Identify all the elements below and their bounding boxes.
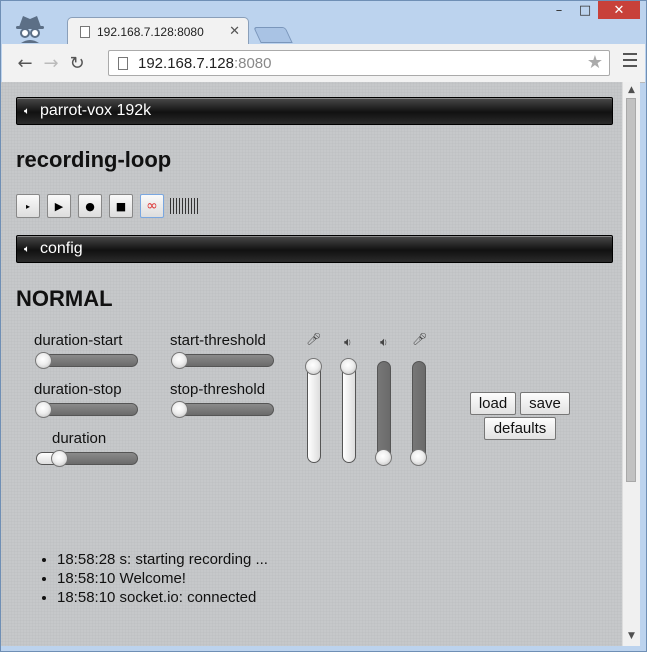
reload-icon[interactable]: ↻ bbox=[64, 53, 90, 74]
tab-close-icon[interactable]: ✕ bbox=[229, 24, 240, 39]
play-button[interactable]: ▶ bbox=[47, 194, 71, 218]
vertical-slider-4[interactable] bbox=[410, 361, 427, 466]
stop-button[interactable]: ■ bbox=[109, 194, 133, 218]
url-host: 192.168.7.128 bbox=[138, 54, 234, 72]
transport-controls: ▸ ▶ ● ■ ∞ bbox=[16, 194, 200, 218]
level-tick bbox=[179, 198, 180, 214]
log-list: 18:58:28 s: starting recording ... 18:58… bbox=[37, 550, 268, 607]
slider-knob[interactable] bbox=[171, 352, 188, 369]
forward-icon[interactable]: → bbox=[38, 53, 64, 74]
page-title: recording-loop bbox=[16, 147, 172, 172]
level-tick bbox=[170, 198, 171, 214]
slider-knob[interactable] bbox=[340, 358, 357, 375]
save-button[interactable]: save bbox=[520, 392, 570, 415]
level-tick bbox=[185, 198, 186, 214]
bookmark-star-icon[interactable]: ★ bbox=[587, 52, 603, 73]
scroll-down-icon[interactable]: ▼ bbox=[623, 628, 640, 644]
level-tick bbox=[173, 198, 174, 214]
vertical-slider-3[interactable] bbox=[375, 361, 392, 466]
vertical-scrollbar[interactable]: ▲ ▼ bbox=[622, 82, 640, 646]
page-icon bbox=[80, 25, 90, 38]
scroll-up-icon[interactable]: ▲ bbox=[623, 82, 640, 98]
duration-label: duration bbox=[52, 430, 107, 447]
level-tick bbox=[197, 198, 198, 214]
stop-threshold-slider[interactable] bbox=[171, 401, 274, 418]
level-tick bbox=[176, 198, 177, 214]
slider-knob[interactable] bbox=[50, 450, 68, 467]
config-label: config bbox=[40, 240, 83, 257]
microphone-icon: 🎤︎ bbox=[306, 332, 322, 346]
url-port: :8080 bbox=[233, 54, 272, 72]
slider-fill bbox=[343, 366, 355, 462]
close-window-button[interactable]: ✕ bbox=[598, 1, 640, 19]
volume-icon: 🔉︎ bbox=[344, 335, 352, 349]
log-entry: 18:58:10 Welcome! bbox=[57, 569, 268, 588]
window-controls: – □ ✕ bbox=[546, 1, 640, 19]
maximize-button[interactable]: □ bbox=[572, 1, 598, 19]
stream-label: parrot-vox 192k bbox=[40, 102, 152, 119]
level-tick bbox=[188, 198, 189, 214]
duration-start-slider[interactable] bbox=[35, 352, 138, 369]
slider-knob[interactable] bbox=[305, 358, 322, 375]
level-tick bbox=[191, 198, 192, 214]
defaults-button[interactable]: defaults bbox=[484, 417, 556, 440]
speaker-icon: 🔈︎ bbox=[24, 105, 30, 117]
minimize-button[interactable]: – bbox=[546, 1, 572, 19]
slider-knob[interactable] bbox=[171, 401, 188, 418]
level-meter bbox=[170, 198, 200, 214]
vertical-slider-2[interactable] bbox=[340, 358, 357, 463]
new-tab-button[interactable] bbox=[253, 27, 293, 43]
slider-knob[interactable] bbox=[375, 449, 392, 466]
slider-knob[interactable] bbox=[35, 352, 52, 369]
record-button[interactable]: ● bbox=[78, 194, 102, 218]
loop-button[interactable]: ∞ bbox=[140, 194, 164, 218]
vertical-slider-1[interactable] bbox=[305, 358, 322, 463]
log-entry: 18:58:10 socket.io: connected bbox=[57, 588, 268, 607]
incognito-icon bbox=[16, 16, 44, 43]
duration-stop-slider[interactable] bbox=[35, 401, 138, 418]
stream-bar[interactable]: 🔈︎ parrot-vox 192k bbox=[16, 97, 613, 125]
log-entry: 18:58:28 s: starting recording ... bbox=[57, 550, 268, 569]
page-content: 🔈︎ parrot-vox 192k recording-loop ▸ ▶ ● … bbox=[1, 82, 622, 646]
duration-start-label: duration-start bbox=[34, 332, 123, 349]
start-threshold-label: start-threshold bbox=[170, 332, 266, 349]
scrollbar-thumb[interactable] bbox=[626, 98, 636, 482]
slider-knob[interactable] bbox=[35, 401, 52, 418]
back-icon[interactable]: ← bbox=[12, 53, 38, 74]
start-threshold-slider[interactable] bbox=[171, 352, 274, 369]
mode-title: NORMAL bbox=[16, 286, 113, 311]
tab-title: 192.168.7.128:8080 bbox=[97, 24, 204, 39]
browser-tab[interactable]: 192.168.7.128:8080 ✕ bbox=[67, 17, 249, 45]
speaker-icon: 🔈︎ bbox=[24, 243, 30, 255]
microphone-icon: 🎤︎ bbox=[412, 332, 428, 346]
level-tick bbox=[182, 198, 183, 214]
volume-icon: 🔉︎ bbox=[380, 335, 388, 349]
slider-fill bbox=[308, 366, 320, 462]
slider-knob[interactable] bbox=[410, 449, 427, 466]
stop-threshold-label: stop-threshold bbox=[170, 381, 266, 398]
step-button[interactable]: ▸ bbox=[16, 194, 40, 218]
page-icon bbox=[118, 56, 128, 70]
menu-icon[interactable] bbox=[623, 53, 637, 71]
load-button[interactable]: load bbox=[470, 392, 516, 415]
config-bar[interactable]: 🔈︎ config bbox=[16, 235, 613, 263]
browser-toolbar: ← → ↻ 192.168.7.128:8080 ★ bbox=[2, 44, 645, 83]
address-bar[interactable]: 192.168.7.128:8080 ★ bbox=[108, 50, 610, 76]
level-tick bbox=[194, 198, 195, 214]
duration-stop-label: duration-stop bbox=[34, 381, 122, 398]
duration-slider[interactable] bbox=[36, 450, 138, 467]
